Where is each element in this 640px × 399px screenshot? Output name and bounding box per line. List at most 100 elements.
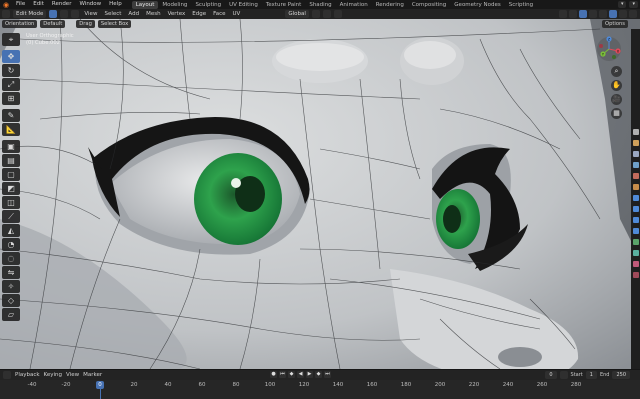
start-frame-field[interactable]: 1	[585, 371, 597, 379]
tool-properties-icon[interactable]	[632, 129, 639, 135]
timeline-menu-playback[interactable]: Playback	[15, 372, 40, 378]
visibility-icon[interactable]	[559, 10, 567, 18]
menu-add[interactable]: Add	[126, 11, 141, 17]
timeline-ruler[interactable]: -40 -20 0 20 40 60 80 100 120 140 160 18…	[0, 380, 640, 399]
menu-help[interactable]: Help	[105, 0, 126, 9]
menu-window[interactable]: Window	[75, 0, 105, 9]
menu-view[interactable]: View	[82, 11, 99, 17]
material-shading-icon[interactable]	[619, 10, 627, 18]
timeline-menu-view[interactable]: View	[66, 372, 79, 378]
pan-hand-icon[interactable]: ✋	[611, 80, 622, 91]
move-icon[interactable]: ✥	[2, 50, 20, 63]
tab-geometry-nodes[interactable]: Geometry Nodes	[450, 1, 504, 9]
prev-key-icon[interactable]: ◆	[288, 371, 295, 378]
play-reverse-icon[interactable]: ◀	[297, 371, 304, 378]
shear-icon[interactable]: ◇	[2, 294, 20, 307]
spin-icon[interactable]: ◔	[2, 238, 20, 251]
grid-icon[interactable]: ▦	[611, 108, 622, 119]
physics-icon[interactable]	[632, 228, 639, 234]
edge-slide-icon[interactable]: ⇋	[2, 266, 20, 279]
tab-uv-editing[interactable]: UV Editing	[225, 1, 262, 9]
tab-layout[interactable]: Layout	[131, 0, 159, 9]
extrude-icon[interactable]: ▤	[2, 154, 20, 167]
gizmo-toggle-icon[interactable]	[569, 10, 577, 18]
menu-edit[interactable]: Edit	[29, 0, 48, 9]
tab-rendering[interactable]: Rendering	[372, 1, 408, 9]
particles-icon[interactable]	[632, 217, 639, 223]
timeline-menu-marker[interactable]: Marker	[83, 372, 102, 378]
overlay-toggle-icon[interactable]	[579, 10, 587, 18]
record-icon[interactable]: ●	[270, 371, 277, 378]
scene-properties-icon[interactable]	[632, 173, 639, 179]
scale-icon[interactable]: ⤢	[2, 78, 20, 91]
material-properties-icon[interactable]	[632, 261, 639, 267]
menu-face[interactable]: Face	[211, 11, 227, 17]
bevel-icon[interactable]: ◩	[2, 182, 20, 195]
orientation-selector[interactable]: Default	[40, 20, 66, 28]
view-layer-selector[interactable]: ▾	[629, 1, 638, 8]
end-frame-field[interactable]: 250	[612, 371, 630, 379]
menu-render[interactable]: Render	[48, 0, 76, 9]
tab-texture-paint[interactable]: Texture Paint	[262, 1, 306, 9]
transform-icon[interactable]: ⊞	[2, 92, 20, 105]
scene-selector[interactable]: ▾	[617, 1, 627, 8]
annotate-icon[interactable]: ✎	[2, 109, 20, 122]
mode-selector[interactable]: Edit Mode	[13, 10, 47, 18]
inset-icon[interactable]: ▢	[2, 168, 20, 181]
tab-scripting[interactable]: Scripting	[505, 1, 537, 9]
measure-icon[interactable]: 📐	[2, 123, 20, 136]
cursor-icon[interactable]: ⌖	[2, 33, 20, 46]
menu-edge[interactable]: Edge	[190, 11, 208, 17]
menu-vertex[interactable]: Vertex	[166, 11, 188, 17]
render-properties-icon[interactable]	[632, 140, 639, 146]
transform-orientation-selector[interactable]: Global	[285, 10, 309, 18]
camera-icon[interactable]: 🎥	[611, 94, 622, 105]
rotate-icon[interactable]: ↻	[2, 64, 20, 77]
world-properties-icon[interactable]	[632, 184, 639, 190]
current-frame-field[interactable]: 0	[545, 371, 557, 379]
wireframe-shading-icon[interactable]	[599, 10, 607, 18]
rip-icon[interactable]: ▱	[2, 308, 20, 321]
tab-modeling[interactable]: Modeling	[158, 1, 191, 9]
xray-icon[interactable]	[589, 10, 597, 18]
tab-compositing[interactable]: Compositing	[408, 1, 450, 9]
tab-animation[interactable]: Animation	[336, 1, 372, 9]
menu-uv[interactable]: UV	[231, 11, 243, 17]
polybuild-icon[interactable]: ◭	[2, 224, 20, 237]
edge-select-icon[interactable]	[60, 10, 69, 18]
navigation-gizmo[interactable]: X Y Z	[596, 36, 622, 62]
output-properties-icon[interactable]	[632, 151, 639, 157]
object-properties-icon[interactable]	[632, 195, 639, 201]
zoom-icon[interactable]: ⌕	[611, 66, 622, 77]
face-select-icon[interactable]	[71, 10, 80, 18]
texture-properties-icon[interactable]	[632, 272, 639, 278]
loopcut-icon[interactable]: ◫	[2, 196, 20, 209]
smooth-icon[interactable]: ◌	[2, 252, 20, 265]
proportional-edit-icon[interactable]	[333, 10, 342, 18]
constraints-icon[interactable]	[632, 239, 639, 245]
3d-viewport[interactable]: User Orthographic (0) Cube.002	[0, 19, 640, 369]
rendered-shading-icon[interactable]	[629, 10, 637, 18]
menu-mesh[interactable]: Mesh	[144, 11, 162, 17]
current-frame-indicator[interactable]: 0	[96, 381, 104, 389]
add-cube-icon[interactable]: ▣	[2, 140, 20, 153]
options-dropdown[interactable]: Options	[601, 20, 628, 28]
editor-type-icon[interactable]	[2, 10, 10, 18]
jump-start-icon[interactable]: ⏮	[279, 371, 286, 378]
knife-icon[interactable]: ⟋	[2, 210, 20, 223]
timeline-editor-icon[interactable]	[3, 371, 11, 379]
blender-logo-icon[interactable]: ◉	[0, 0, 12, 9]
timeline-menu-keying[interactable]: Keying	[44, 372, 62, 378]
pivot-icon[interactable]	[311, 10, 320, 18]
tab-sculpting[interactable]: Sculpting	[191, 1, 225, 9]
snap-icon[interactable]	[322, 10, 331, 18]
clock-icon[interactable]	[559, 371, 568, 379]
solid-shading-icon[interactable]	[609, 10, 617, 18]
data-properties-icon[interactable]	[632, 250, 639, 256]
menu-select[interactable]: Select	[102, 11, 123, 17]
vertex-select-icon[interactable]	[49, 10, 58, 18]
next-key-icon[interactable]: ◆	[315, 371, 322, 378]
play-icon[interactable]: ▶	[306, 371, 313, 378]
drag-selector[interactable]: Select Box	[97, 20, 132, 28]
tab-shading[interactable]: Shading	[305, 1, 335, 9]
